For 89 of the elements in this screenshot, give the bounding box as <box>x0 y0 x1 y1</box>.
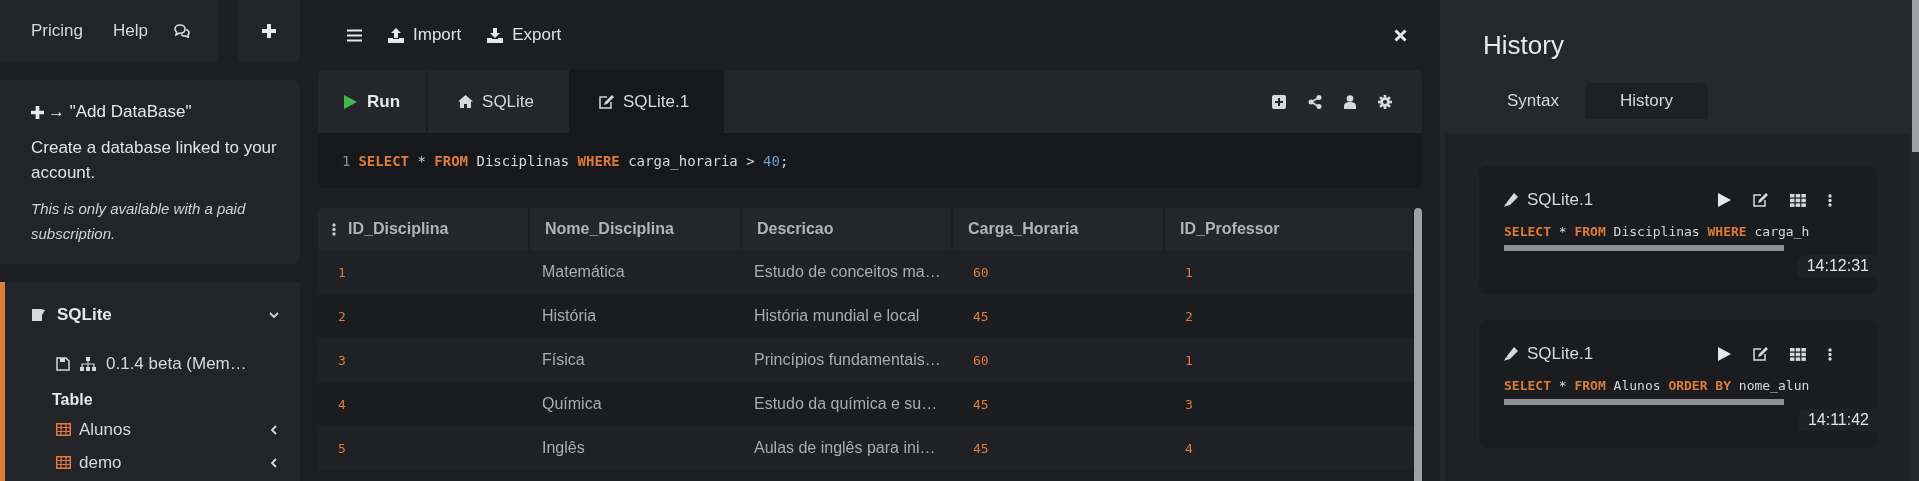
add-icon[interactable] <box>1272 94 1286 109</box>
timestamp: 14:12:31 <box>1796 255 1877 277</box>
plus-icon <box>31 105 44 119</box>
table-cell: 4 <box>1185 440 1193 456</box>
table-cell: História <box>542 307 597 325</box>
chevron-icon[interactable] <box>268 309 280 321</box>
editor-tab[interactable]: SQLite <box>428 70 570 133</box>
table-cell: Estudo da química e su… <box>754 395 938 413</box>
pencil-icon <box>1504 193 1518 207</box>
history-name: SQLite.1 <box>1527 190 1595 210</box>
panel-tab[interactable]: History <box>1585 83 1708 119</box>
nav-link[interactable]: Help <box>112 21 148 41</box>
chat-icon[interactable] <box>173 24 190 38</box>
panel-title: History <box>1483 30 1565 61</box>
table-cell: 1 <box>338 264 346 280</box>
table-name[interactable]: Alunos <box>79 419 260 440</box>
table-icon <box>56 456 71 469</box>
table-cell: Química <box>542 395 602 413</box>
editor-tab[interactable]: SQLite.1 <box>569 70 725 133</box>
settings-icon[interactable] <box>1378 94 1392 109</box>
grid-icon[interactable] <box>1790 347 1806 361</box>
more-icon[interactable] <box>1828 193 1832 207</box>
table-icon <box>56 423 71 436</box>
home-icon <box>458 95 474 108</box>
query-text: SELECT * FROM Disciplinas WHERE carga_h <box>1504 224 1811 239</box>
table-cell: 45 <box>973 396 989 412</box>
edit-icon[interactable] <box>1753 193 1768 207</box>
hint-text: → "Add DataBase" <box>48 102 192 122</box>
share-icon[interactable] <box>1308 94 1322 109</box>
scrollbar[interactable] <box>1504 399 1784 405</box>
table-cell: 45 <box>973 440 989 456</box>
table-cell: Física <box>542 351 585 369</box>
edit-icon[interactable] <box>1753 347 1768 361</box>
table-cell: 45 <box>973 308 989 324</box>
panel-tab[interactable]: Syntax <box>1467 83 1585 119</box>
nav-link[interactable]: Pricing <box>31 21 83 41</box>
info-note: This is only available with a paid subscription. <box>31 199 247 244</box>
table-cell: 4 <box>338 396 346 412</box>
chevron-icon[interactable] <box>268 456 280 469</box>
play-icon[interactable] <box>1718 193 1731 207</box>
export-button[interactable]: Export <box>487 25 562 45</box>
timestamp: 14:11:42 <box>1797 409 1877 431</box>
table-cell: Princípios fundamentais… <box>754 351 941 369</box>
table-cell: Matemática <box>542 263 625 281</box>
menu-icon[interactable] <box>347 28 362 42</box>
info-text: Create a database linked to your account. <box>31 137 278 184</box>
table-cell: 1 <box>1185 264 1193 280</box>
table-cell: 3 <box>1185 396 1193 412</box>
close-icon[interactable] <box>1394 28 1407 42</box>
more-icon[interactable] <box>1828 347 1832 361</box>
table-cell: 60 <box>973 264 989 280</box>
table-cell: 2 <box>1185 308 1193 324</box>
table-name[interactable]: demo <box>79 452 260 473</box>
download-icon <box>487 27 504 43</box>
edit-icon <box>599 94 615 109</box>
table-cell: 60 <box>973 352 989 368</box>
table-cell: Inglês <box>542 439 585 457</box>
table-cell: História mundial e local <box>754 307 920 325</box>
table-cell: Aulas de inglês para ini… <box>754 439 936 457</box>
grid-icon[interactable] <box>1790 193 1806 207</box>
more-icon <box>332 222 336 236</box>
hierarchy-icon[interactable] <box>80 357 96 371</box>
scrollbar[interactable] <box>1504 245 1784 251</box>
plus-icon <box>262 24 276 38</box>
save-icon[interactable] <box>56 357 70 371</box>
upload-icon <box>388 27 404 43</box>
table-cell: 3 <box>338 352 346 368</box>
code-line: SELECT * FROM Disciplinas WHERE carga_horaria > 40; <box>358 152 789 169</box>
import-button[interactable]: Import <box>388 25 462 45</box>
table-cell: 1 <box>1185 352 1193 368</box>
line-number: 1 <box>342 152 351 169</box>
query-text: SELECT * FROM Alunos ORDER BY nome_alun <box>1504 378 1811 393</box>
table-cell: 5 <box>338 440 346 456</box>
add-database-button[interactable] <box>238 0 300 62</box>
table-cell: Estudo de conceitos ma… <box>754 263 941 281</box>
table-cell: 2 <box>338 308 346 324</box>
code-editor[interactable]: 1 SELECT * FROM Disciplinas WHERE carga_horaria > 40; <box>318 133 1422 188</box>
chevron-icon[interactable] <box>268 423 280 436</box>
play-icon <box>344 94 357 109</box>
pencil-icon <box>1504 347 1518 361</box>
scrollbar[interactable] <box>1912 0 1919 152</box>
database-icon <box>31 307 47 323</box>
user-icon[interactable] <box>1344 94 1356 109</box>
play-icon[interactable] <box>1718 347 1731 361</box>
database-name[interactable]: SQLite <box>57 305 258 325</box>
section-title: Table <box>51 391 94 409</box>
version-text: 0.1.4 beta (Mem… <box>106 354 247 374</box>
scrollbar[interactable] <box>1414 208 1422 481</box>
history-name: SQLite.1 <box>1527 344 1595 364</box>
